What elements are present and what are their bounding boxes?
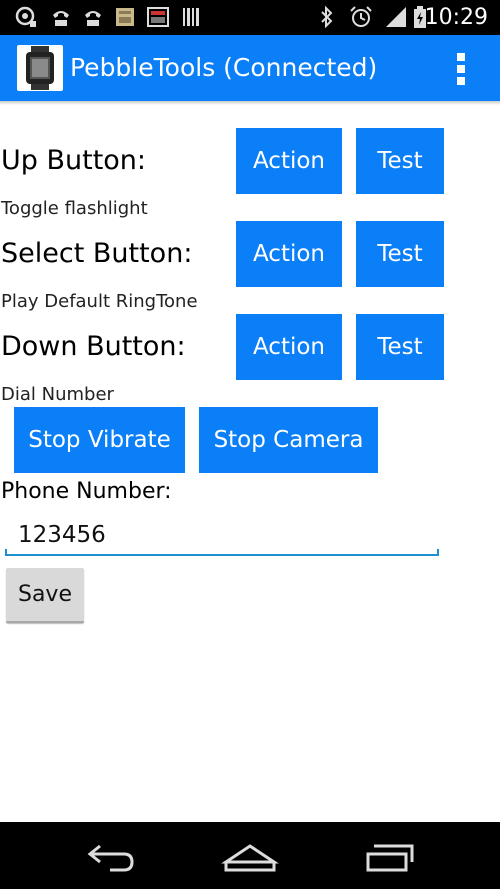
phone-number-field[interactable] [5, 516, 439, 554]
down-button-description: Dial Number [1, 384, 114, 405]
signal-icon [386, 7, 406, 27]
overflow-menu-icon[interactable] [446, 51, 476, 87]
up-button-description: Toggle flashlight [1, 198, 148, 219]
select-button-label: Select Button: [1, 238, 193, 269]
select-test-button[interactable]: Test [356, 221, 444, 287]
screenshot-icon [147, 7, 169, 27]
status-bar: 10:29 [0, 0, 500, 35]
usb-debug-icon [15, 6, 36, 27]
up-test-button[interactable]: Test [356, 128, 444, 194]
action-bar-shadow [0, 101, 500, 105]
navigation-bar [0, 822, 500, 889]
up-button-label: Up Button: [1, 145, 147, 176]
save-button[interactable]: Save [6, 568, 84, 623]
back-icon[interactable] [80, 836, 140, 876]
pebble-watch-icon [17, 45, 63, 91]
action-bar: PebbleTools (Connected) [0, 35, 500, 101]
stop-camera-button[interactable]: Stop Camera [199, 407, 378, 473]
select-button-description: Play Default RingTone [1, 291, 198, 312]
recents-icon[interactable] [360, 836, 420, 876]
voicemail-icon [53, 11, 69, 26]
down-test-button[interactable]: Test [356, 314, 444, 380]
select-action-button[interactable]: Action [236, 221, 342, 287]
phone-number-label: Phone Number: [1, 479, 172, 504]
barcode-icon [183, 8, 199, 26]
bluetooth-icon [321, 5, 333, 29]
alarm-icon [350, 6, 372, 27]
stop-vibrate-button[interactable]: Stop Vibrate [14, 407, 185, 473]
sd-card-icon [116, 8, 134, 26]
voicemail-icon [85, 11, 101, 26]
phone-field-underline [5, 549, 439, 556]
down-action-button[interactable]: Action [236, 314, 342, 380]
up-action-button[interactable]: Action [236, 128, 342, 194]
down-button-label: Down Button: [1, 331, 186, 362]
app-title: PebbleTools (Connected) [70, 53, 378, 82]
home-icon[interactable] [220, 836, 280, 876]
status-time: 10:29 [424, 5, 488, 30]
